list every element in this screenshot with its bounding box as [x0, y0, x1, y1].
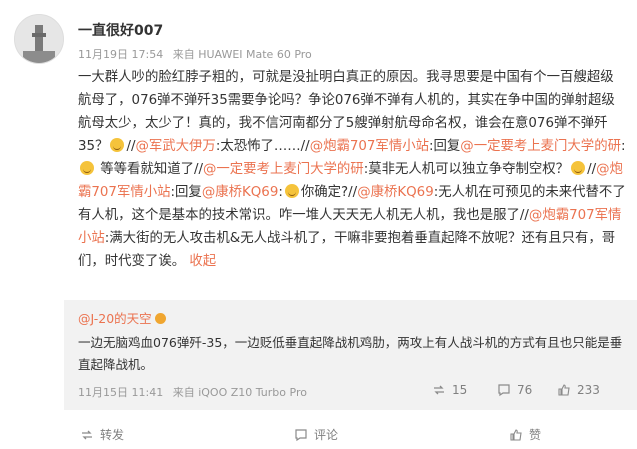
emoji-icon [571, 161, 586, 175]
repost-meta: 11月15日 11:41 来自 iQOO Z10 Turbo Pro [78, 384, 313, 400]
repost-button-label: 转发 [100, 428, 125, 442]
mention-link[interactable]: @炮霸707军情小站 [310, 139, 429, 154]
comment-icon [295, 428, 307, 441]
post-action-bar: 转发 评论 赞 [64, 416, 637, 449]
verified-badge-icon [154, 313, 166, 324]
repost-comment-stat[interactable]: 76 [497, 383, 532, 397]
collapse-link[interactable]: 收起 [185, 254, 216, 269]
repost-user-line: @J-20的天空 [78, 308, 166, 327]
repost-button[interactable]: 转发 [80, 426, 124, 443]
repost-like-stat[interactable]: 233 [557, 383, 600, 397]
post-source: 来自 HUAWEI Mate 60 Pro [172, 48, 312, 61]
mention-link[interactable]: @康桥KQ69 [202, 185, 279, 200]
comment-button[interactable]: 评论 [294, 426, 338, 443]
thumbs-up-icon [510, 428, 522, 441]
repost-username[interactable]: @J-20的天空 [78, 311, 152, 326]
post-text-segment: :太恐怖了……// [215, 139, 310, 154]
repost-source: 来自 iQOO Z10 Turbo Pro [172, 386, 307, 399]
repost-share-stat[interactable]: 15 [432, 383, 467, 397]
post-text-segment: :满大街的无人攻击机&无人战斗机了，干嘛非要抱着垂直起降不放呢？还有且只有，哥们… [78, 231, 616, 269]
post-text-segment: 你确定?// [300, 185, 358, 200]
post-text-segment: :回复 [170, 185, 202, 200]
post-date[interactable]: 11月19日 17:54 [78, 48, 163, 61]
repost-icon [82, 430, 92, 439]
post-text-segment: 等等看就知道了// [96, 162, 204, 177]
comment-button-label: 评论 [314, 428, 339, 442]
username[interactable]: 一直很好007 [78, 20, 163, 40]
post-text: 一大群人吵的脸红脖子粗的，可就是没扯明白真正的原因。我寻思要是中国有个一百艘超级… [78, 66, 626, 273]
emoji-icon [284, 184, 299, 198]
post-text-segment: : [620, 139, 626, 154]
post-text-segment: :回复 [429, 139, 461, 154]
mention-link[interactable]: @一定要考上麦门大学的研 [460, 139, 621, 154]
avatar[interactable] [14, 14, 64, 64]
repost-share-count: 15 [452, 383, 468, 397]
mention-link[interactable]: @康桥KQ69 [357, 185, 434, 200]
post-text-segment: : [278, 185, 283, 200]
emoji-icon [80, 161, 94, 175]
emoji-icon [110, 138, 125, 152]
repost-date[interactable]: 11月15日 11:41 [78, 386, 163, 399]
thumbs-up-icon [558, 384, 570, 396]
like-button-label: 赞 [529, 428, 542, 442]
repost-like-count: 233 [577, 383, 600, 397]
post-text-segment: // [587, 162, 597, 177]
repost-icon [434, 385, 444, 395]
repost-comment-count: 76 [517, 383, 533, 397]
repost-card[interactable]: @J-20的天空 一边无脑鸡血076弹歼-35，一边贬低垂直起降战机鸡肋，两攻上… [64, 300, 637, 410]
like-button[interactable]: 赞 [509, 426, 541, 443]
avatar-image [15, 15, 63, 63]
repost-text: 一边无脑鸡血076弹歼-35，一边贬低垂直起降战机鸡肋，两攻上有人战斗机的方式有… [78, 335, 623, 372]
mention-link[interactable]: @军武大伊万 [135, 139, 215, 154]
comment-icon [498, 384, 510, 397]
mention-link[interactable]: @一定要考上麦门大学的研 [203, 162, 364, 177]
post-text-segment: :莫非无人机可以独立争夺制空权？ [363, 162, 570, 177]
post-meta: 11月19日 17:54 来自 HUAWEI Mate 60 Pro [78, 46, 318, 62]
